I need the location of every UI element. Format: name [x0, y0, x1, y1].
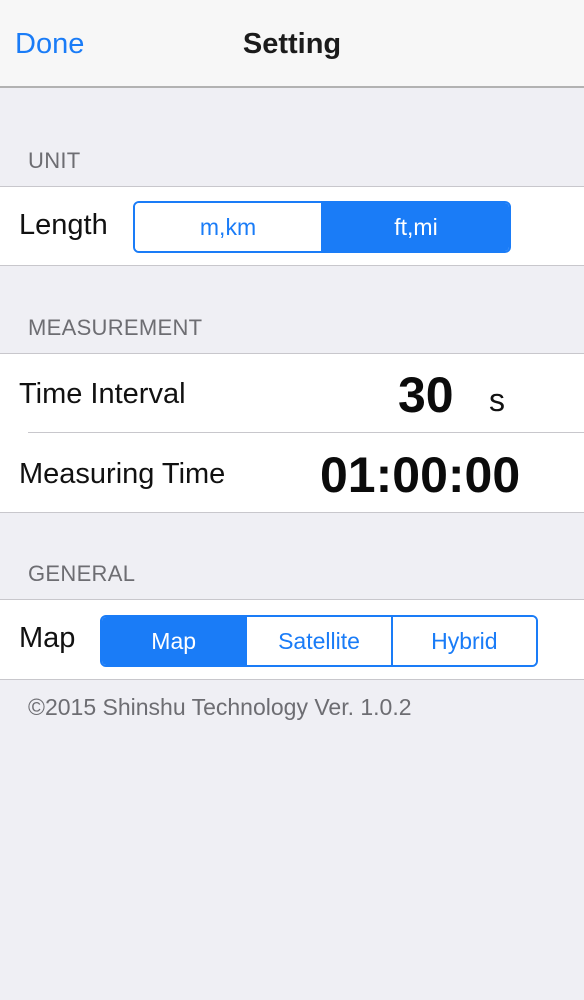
measuring-time-value[interactable]: 01:00:00 — [320, 446, 520, 504]
length-segmented-control: m,km ft,mi — [133, 201, 511, 253]
section-header-general: GENERAL — [28, 561, 136, 586]
map-option-hybrid[interactable]: Hybrid — [390, 617, 536, 665]
copyright-version-text: ©2015 Shinshu Technology Ver. 1.0.2 — [28, 694, 412, 720]
length-option-metric[interactable]: m,km — [135, 203, 321, 251]
length-label: Length — [19, 209, 108, 241]
section-header-unit: UNIT — [28, 148, 81, 173]
measurement-group: Time Interval 30 s Measuring Time 01:00:… — [0, 353, 584, 513]
map-type-segmented-control: Map Satellite Hybrid — [100, 615, 538, 667]
map-label: Map — [19, 622, 76, 654]
section-header-measurement: MEASUREMENT — [28, 315, 203, 340]
time-interval-value[interactable]: 30 — [398, 366, 454, 424]
general-group: Map Map Satellite Hybrid — [0, 599, 584, 680]
page-title: Setting — [242, 28, 342, 60]
measuring-time-label: Measuring Time — [19, 458, 226, 490]
row-separator — [28, 432, 584, 433]
unit-group: Length m,km ft,mi — [0, 186, 584, 266]
navigation-bar: Done Setting — [0, 0, 584, 88]
map-option-satellite[interactable]: Satellite — [245, 617, 391, 665]
map-option-map[interactable]: Map — [102, 617, 246, 665]
time-interval-unit: s — [489, 382, 505, 418]
time-interval-label: Time Interval — [19, 378, 186, 410]
length-option-imperial[interactable]: ft,mi — [321, 203, 509, 251]
